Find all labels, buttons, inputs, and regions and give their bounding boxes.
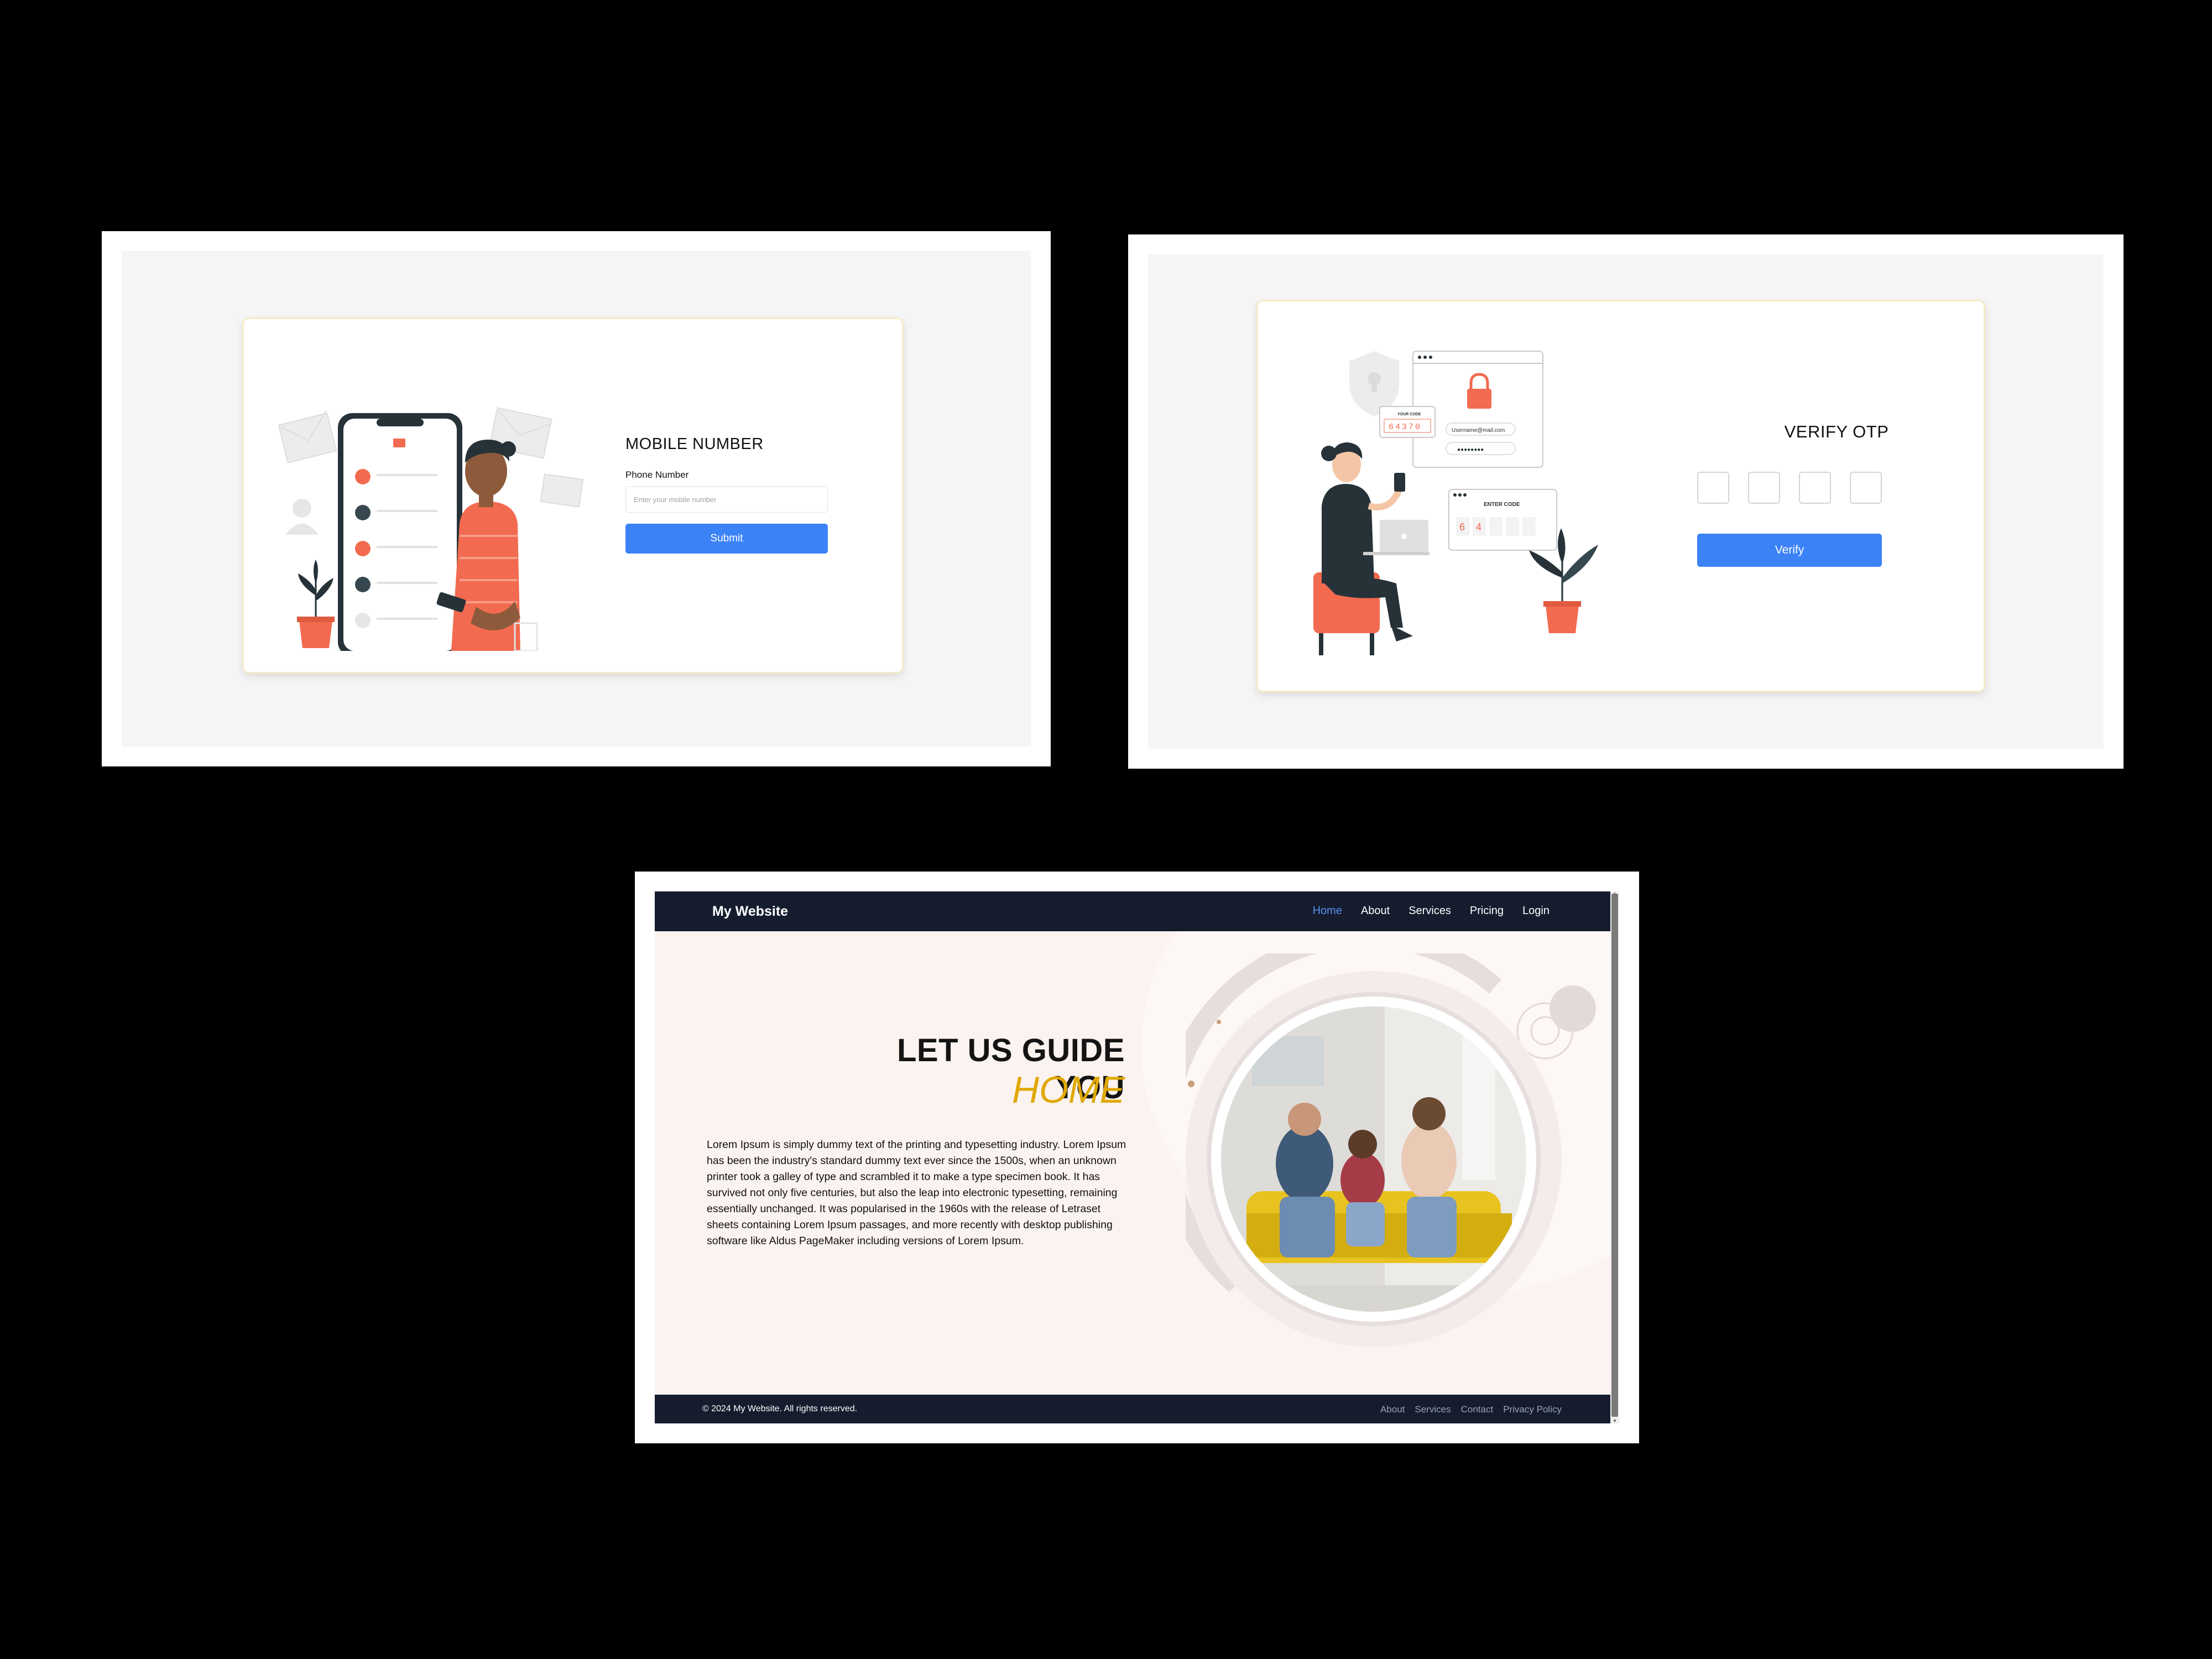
otp-digit-4[interactable] bbox=[1850, 472, 1882, 504]
footer-link-contact[interactable]: Contact bbox=[1461, 1404, 1494, 1415]
hero-paragraph: Lorem Ipsum is simply dummy text of the … bbox=[707, 1139, 1126, 1247]
hero-section: LET US GUIDE YOU HOME Lorem Ipsum is sim… bbox=[655, 931, 1610, 1395]
footer-link-services[interactable]: Services bbox=[1415, 1404, 1451, 1415]
code-value: 64370 bbox=[1389, 422, 1422, 432]
entered-digit-1: 6 bbox=[1459, 521, 1465, 533]
laptop-icon bbox=[1363, 520, 1430, 555]
footer-link-privacy-policy[interactable]: Privacy Policy bbox=[1503, 1404, 1562, 1415]
form-title: MOBILE NUMBER bbox=[625, 435, 764, 453]
otp-input-row bbox=[1697, 472, 1882, 504]
scroll-thumb[interactable] bbox=[1611, 894, 1618, 1417]
family-photo-frame bbox=[1186, 953, 1596, 1347]
enter-code-title: ENTER CODE bbox=[1484, 502, 1520, 508]
submit-button[interactable]: Submit bbox=[625, 524, 828, 554]
brand-logo[interactable]: My Website bbox=[712, 904, 788, 920]
verify-button[interactable]: Verify bbox=[1697, 534, 1882, 567]
nav-services[interactable]: Services bbox=[1408, 905, 1451, 917]
verify-otp-card: Username@mail.com ●●●●●●●● YOUR CODE 643… bbox=[1256, 300, 1985, 692]
vertical-scrollbar[interactable]: ▲ ▼ bbox=[1610, 891, 1619, 1423]
mobile-number-card: MOBILE NUMBER Phone Number Submit bbox=[242, 317, 904, 674]
nav-home[interactable]: Home bbox=[1313, 905, 1342, 917]
entered-digit-2: 4 bbox=[1476, 521, 1481, 533]
password-mask: ●●●●●●●● bbox=[1457, 447, 1484, 453]
phone-icon bbox=[338, 413, 462, 651]
otp-person-illustration: Username@mail.com ●●●●●●●● YOUR CODE 643… bbox=[1313, 351, 1598, 655]
enter-code-window: ENTER CODE 6 4 bbox=[1448, 489, 1557, 551]
scroll-down-icon[interactable]: ▼ bbox=[1611, 1419, 1618, 1423]
hero-heading-accent: HOME bbox=[1012, 1069, 1125, 1111]
phone-person-illustration bbox=[278, 407, 584, 651]
footer-link-about[interactable]: About bbox=[1380, 1404, 1405, 1415]
page-background: MOBILE NUMBER Phone Number Submit bbox=[122, 251, 1031, 747]
nav-login[interactable]: Login bbox=[1522, 905, 1550, 917]
plant-icon bbox=[297, 560, 335, 648]
otp-digit-3[interactable] bbox=[1799, 472, 1831, 504]
footer-links: About Services Contact Privacy Policy bbox=[1380, 1404, 1562, 1415]
user-icon bbox=[285, 499, 319, 535]
otp-digit-2[interactable] bbox=[1748, 472, 1780, 504]
page-background: Username@mail.com ●●●●●●●● YOUR CODE 643… bbox=[1148, 254, 2104, 749]
nav-pricing[interactable]: Pricing bbox=[1470, 905, 1504, 917]
verify-otp-screenshot: Username@mail.com ●●●●●●●● YOUR CODE 643… bbox=[1128, 234, 2124, 769]
otp-digit-1[interactable] bbox=[1697, 472, 1729, 504]
top-navbar: My Website Home About Services Pricing L… bbox=[655, 891, 1610, 931]
mobile-number-screenshot: MOBILE NUMBER Phone Number Submit bbox=[102, 231, 1051, 766]
your-code-card: YOUR CODE 64370 bbox=[1379, 406, 1436, 438]
phone-number-label: Phone Number bbox=[625, 469, 689, 480]
your-code-title: YOUR CODE bbox=[1397, 413, 1421, 416]
copyright-text: © 2024 My Website. All rights reserved. bbox=[702, 1404, 858, 1413]
page-footer: © 2024 My Website. All rights reserved. … bbox=[655, 1395, 1610, 1423]
nav-links: Home About Services Pricing Login bbox=[1313, 905, 1550, 917]
form-title: VERIFY OTP bbox=[1784, 422, 1889, 441]
website-screenshot: My Website Home About Services Pricing L… bbox=[635, 872, 1639, 1443]
phone-number-input[interactable] bbox=[625, 486, 828, 513]
username-text: Username@mail.com bbox=[1452, 427, 1505, 434]
nav-about[interactable]: About bbox=[1361, 905, 1390, 917]
browser-viewport: My Website Home About Services Pricing L… bbox=[655, 891, 1619, 1423]
